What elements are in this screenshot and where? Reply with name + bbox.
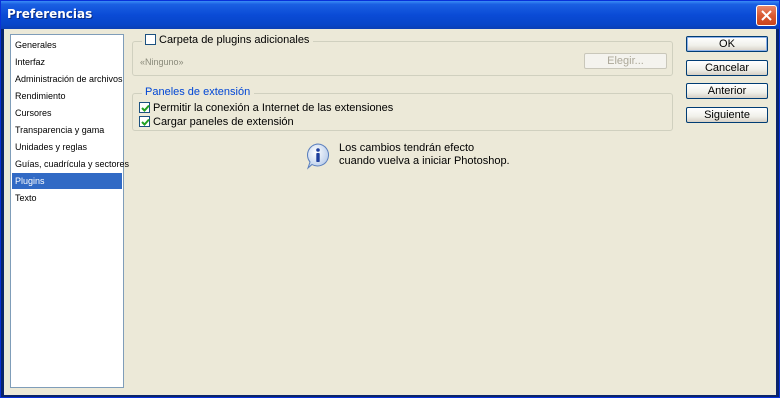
restart-notice-line2: cuando vuelva a iniciar Photoshop.: [339, 155, 510, 167]
load-panels-option[interactable]: Cargar paneles de extensión: [139, 116, 294, 128]
nav-item-interfaz[interactable]: Interfaz: [12, 54, 122, 70]
nav-item-administracion-archivos[interactable]: Administración de archivos: [12, 71, 123, 87]
nav-item-rendimiento[interactable]: Rendimiento: [12, 88, 122, 104]
checkmark-icon: [141, 104, 150, 112]
nav-item-texto[interactable]: Texto: [12, 190, 122, 206]
close-icon: [761, 10, 772, 21]
allow-internet-option[interactable]: Permitir la conexión a Internet de las e…: [139, 102, 393, 114]
next-button[interactable]: Siguiente: [686, 107, 768, 123]
cancel-button[interactable]: Cancelar: [686, 60, 768, 76]
plugins-folder-label: Carpeta de plugins adicionales: [159, 34, 310, 46]
nav-item-guias-cuadricula-sectores[interactable]: Guías, cuadrícula y sectores: [12, 156, 129, 172]
info-icon: [304, 142, 332, 173]
window-title: Preferencias: [7, 7, 93, 21]
ok-button[interactable]: OK: [686, 36, 768, 52]
plugins-folder-path: «Ninguno»: [140, 57, 184, 67]
load-panels-label: Cargar paneles de extensión: [153, 116, 294, 128]
allow-internet-label: Permitir la conexión a Internet de las e…: [153, 102, 394, 114]
close-button[interactable]: [756, 5, 777, 26]
choose-folder-button[interactable]: Elegir...: [584, 53, 667, 69]
extension-panels-title: Paneles de extensión: [142, 86, 255, 98]
title-bar[interactable]: Preferencias: [1, 1, 779, 29]
nav-item-cursores[interactable]: Cursores: [12, 105, 122, 121]
preferences-window: Preferencias Generales Interfaz Administ…: [0, 0, 780, 398]
plugins-folder-checkbox[interactable]: [145, 34, 156, 45]
checkmark-icon: [141, 118, 150, 126]
restart-notice: Los cambios tendrán efecto cuando vuelva…: [339, 142, 510, 168]
nav-item-plugins[interactable]: Plugins: [12, 173, 122, 189]
restart-notice-line1: Los cambios tendrán efecto: [339, 142, 475, 154]
load-panels-checkbox[interactable]: [139, 116, 150, 127]
nav-item-unidades-reglas[interactable]: Unidades y reglas: [12, 139, 122, 155]
dialog-client-area: Generales Interfaz Administración de arc…: [4, 29, 776, 395]
nav-item-transparencia-gama[interactable]: Transparencia y gama: [12, 122, 122, 138]
previous-button[interactable]: Anterior: [686, 83, 768, 99]
allow-internet-checkbox[interactable]: [139, 102, 150, 113]
plugins-folder-header[interactable]: Carpeta de plugins adicionales: [142, 34, 314, 46]
category-list[interactable]: Generales Interfaz Administración de arc…: [10, 34, 129, 388]
nav-item-generales[interactable]: Generales: [12, 37, 122, 53]
